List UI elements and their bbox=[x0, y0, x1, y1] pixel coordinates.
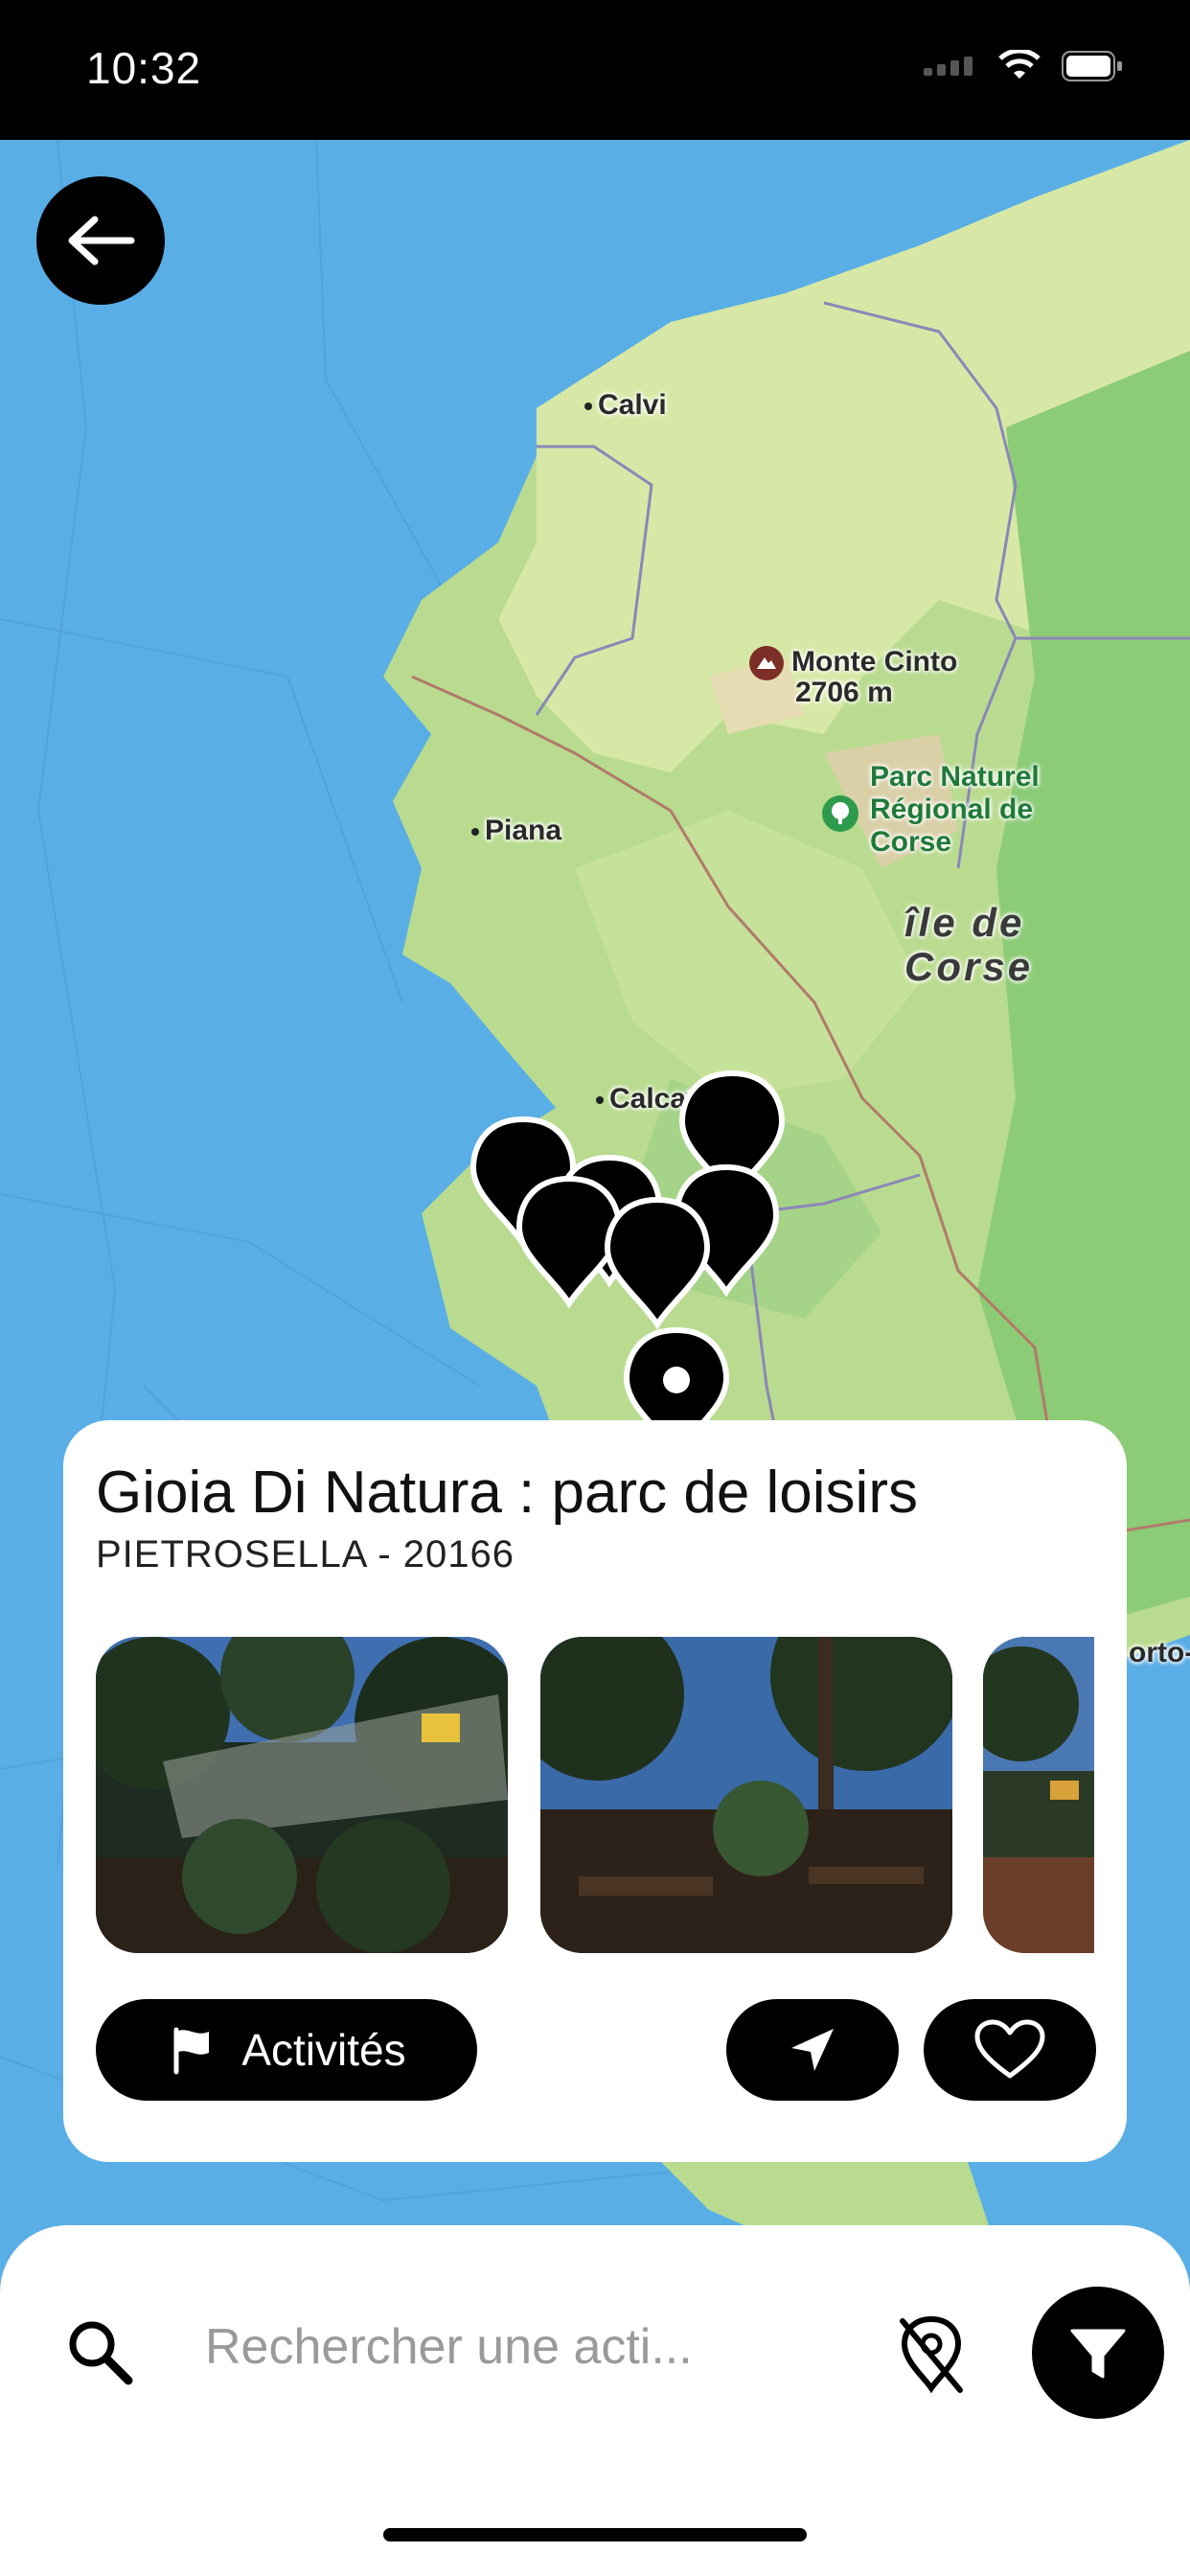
search-input[interactable] bbox=[203, 2308, 820, 2386]
directions-button[interactable] bbox=[726, 1999, 899, 2101]
status-time: 10:32 bbox=[86, 43, 202, 93]
map-markers bbox=[0, 140, 1190, 1577]
search-icon[interactable] bbox=[61, 2313, 138, 2395]
map-view[interactable]: Calvi Monte Cinto 2706 m Parc Naturel Ré… bbox=[0, 140, 1190, 2576]
place-photo[interactable] bbox=[540, 1637, 952, 1953]
map-marker[interactable] bbox=[519, 1179, 619, 1303]
location-off-icon[interactable] bbox=[891, 2310, 972, 2401]
status-icons bbox=[924, 48, 1123, 87]
wifi-icon bbox=[998, 48, 1041, 87]
search-sheet bbox=[0, 2225, 1190, 2576]
map-label-porto: orto- bbox=[1129, 1637, 1190, 1668]
filter-icon bbox=[1070, 2329, 1126, 2379]
status-bar: 10:32 bbox=[0, 0, 1190, 140]
place-location: PIETROSELLA - 20166 bbox=[96, 1533, 515, 1576]
flag-icon bbox=[173, 2027, 210, 2075]
activities-button[interactable]: Activités bbox=[96, 1999, 477, 2101]
navigation-arrow-icon bbox=[791, 2029, 834, 2071]
heart-icon bbox=[974, 2019, 1045, 2079]
home-indicator bbox=[383, 2528, 807, 2542]
favorite-button[interactable] bbox=[924, 1999, 1096, 2101]
cellular-signal-icon bbox=[924, 57, 977, 80]
map-marker[interactable] bbox=[607, 1200, 707, 1324]
place-photo[interactable] bbox=[96, 1637, 508, 1953]
activities-label: Activités bbox=[241, 2025, 406, 2075]
arrow-left-icon bbox=[68, 216, 135, 265]
back-button[interactable] bbox=[36, 176, 165, 305]
battery-icon bbox=[1062, 51, 1123, 86]
filter-button[interactable] bbox=[1032, 2287, 1164, 2419]
place-photo[interactable] bbox=[983, 1637, 1094, 1953]
place-card[interactable]: Gioia Di Natura : parc de loisirs PIETRO… bbox=[63, 1420, 1127, 2162]
place-title: Gioia Di Natura : parc de loisirs bbox=[96, 1460, 918, 1526]
